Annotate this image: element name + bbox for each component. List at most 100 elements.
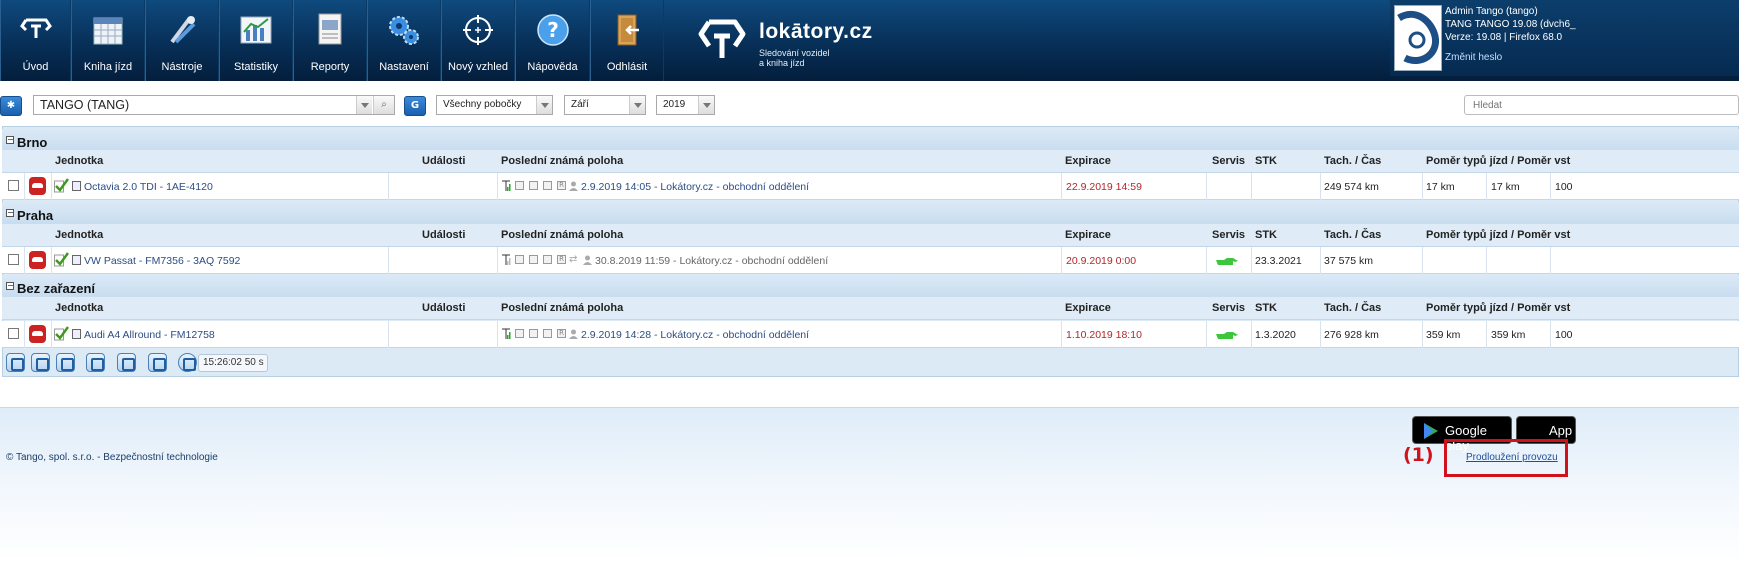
- door-icon: [515, 329, 524, 338]
- change-password-link[interactable]: Změnit heslo: [1445, 52, 1502, 63]
- col-ratio[interactable]: Poměr typů jízd / Poměr vst: [1426, 302, 1570, 314]
- col-stk[interactable]: STK: [1255, 155, 1277, 167]
- fullscreen-icon[interactable]: [86, 353, 105, 372]
- logo-brand: lokātory.cz: [759, 20, 873, 43]
- nav-label: Nastavení: [379, 61, 429, 73]
- car-icon[interactable]: [29, 325, 46, 343]
- col-unit[interactable]: Jednotka: [55, 229, 103, 241]
- col-stk[interactable]: STK: [1255, 229, 1277, 241]
- col-last-position[interactable]: Poslední známá poloha: [501, 155, 623, 167]
- table-row[interactable]: Octavia 2.0 TDI - 1AE-4120 R 2.9.2019 14…: [2, 173, 1739, 200]
- column-header-row: Jednotka Události Poslední známá poloha …: [2, 297, 1739, 320]
- collapse-icon[interactable]: −: [6, 282, 14, 290]
- swap-icon: ⇄: [569, 254, 578, 265]
- oil-can-icon: [1216, 258, 1238, 265]
- chevron-down-icon[interactable]: [698, 96, 714, 114]
- col-ratio[interactable]: Poměr typů jízd / Poměr vst: [1426, 155, 1570, 167]
- column-header-row: Jednotka Události Poslední známá poloha …: [2, 150, 1739, 173]
- copyright-text: © Tango, spol. s.r.o. - Bezpečnostní tec…: [6, 452, 218, 463]
- nav-reports[interactable]: Reporty: [293, 0, 367, 81]
- col-ratio[interactable]: Poměr typů jízd / Poměr vst: [1426, 229, 1570, 241]
- month-select[interactable]: Září: [564, 95, 646, 115]
- svg-text:?: ?: [547, 18, 559, 42]
- col-odometer[interactable]: Tach. / Čas: [1324, 229, 1381, 241]
- vehicle-name-link[interactable]: Audi A4 Allround - FM12758: [84, 329, 215, 341]
- signal-icon: [502, 180, 511, 191]
- user-company: TANG TANGO 19.08 (dvch6_: [1445, 19, 1576, 30]
- vehicle-name-link[interactable]: Octavia 2.0 TDI - 1AE-4120: [84, 181, 213, 193]
- gps-icon: [543, 255, 552, 264]
- engine-icon: [529, 181, 538, 190]
- settings-gear-button[interactable]: ✱: [0, 96, 22, 116]
- col-last-position[interactable]: Poslední známá poloha: [501, 302, 623, 314]
- report-icon: [318, 13, 342, 45]
- position-link[interactable]: 2.9.2019 14:05 - Lokátory.cz - obchodní …: [581, 181, 809, 193]
- nav-statistics[interactable]: Statistiky: [219, 0, 293, 81]
- select-all-icon[interactable]: [6, 353, 25, 372]
- col-odometer[interactable]: Tach. / Čas: [1324, 155, 1381, 167]
- chevron-down-icon[interactable]: [536, 96, 552, 114]
- col-expiration[interactable]: Expirace: [1065, 302, 1111, 314]
- door-icon: [515, 181, 524, 190]
- car-icon[interactable]: [29, 251, 46, 269]
- vehicle-name-link[interactable]: VW Passat - FM7356 - 3AQ 7592: [84, 255, 240, 267]
- checklist-icon[interactable]: [56, 353, 75, 372]
- search-icon[interactable]: ⌕: [373, 96, 394, 114]
- nav-help[interactable]: ? Nápověda: [515, 0, 590, 81]
- driver-icon: [569, 181, 578, 191]
- col-events[interactable]: Události: [422, 155, 465, 167]
- engine-icon: [529, 329, 538, 338]
- refresh-icon[interactable]: [178, 353, 197, 372]
- ratio-cell: 17 km: [1426, 181, 1455, 193]
- nav-logbook[interactable]: Kniha jízd: [71, 0, 145, 81]
- col-service[interactable]: Servis: [1212, 229, 1245, 241]
- engine-icon: [529, 255, 538, 264]
- col-events[interactable]: Události: [422, 229, 465, 241]
- search-input[interactable]: [1464, 95, 1739, 115]
- table-row[interactable]: Audi A4 Allround - FM12758 R 2.9.2019 14…: [2, 321, 1739, 348]
- col-service[interactable]: Servis: [1212, 155, 1245, 167]
- gps-icon: [543, 181, 552, 190]
- nav-settings[interactable]: Nastavení: [367, 0, 441, 81]
- position-link[interactable]: 2.9.2019 14:28 - Lokátory.cz - obchodní …: [581, 329, 809, 341]
- group-button[interactable]: G: [404, 96, 426, 116]
- nav-new-look[interactable]: Nový vzhled: [441, 0, 515, 81]
- col-expiration[interactable]: Expirace: [1065, 155, 1111, 167]
- col-unit[interactable]: Jednotka: [55, 302, 103, 314]
- col-stk[interactable]: STK: [1255, 302, 1277, 314]
- branch-select[interactable]: Všechny pobočky: [436, 95, 553, 115]
- col-unit[interactable]: Jednotka: [55, 155, 103, 167]
- collapse-icon[interactable]: −: [6, 209, 14, 217]
- year-select[interactable]: 2019: [656, 95, 715, 115]
- broadcast-icon[interactable]: [117, 353, 136, 372]
- car-icon[interactable]: [29, 177, 46, 195]
- company-select[interactable]: TANGO (TANG) ⌕: [33, 95, 395, 115]
- chevron-down-icon[interactable]: [629, 96, 645, 114]
- lokatory-logo[interactable]: lokātory.cz Sledování vozidel a kniha jí…: [697, 14, 897, 70]
- top-navigation-bar: Úvod Kniha jízd Nástroje Statistiky Repo…: [0, 0, 1739, 81]
- extend-service-link[interactable]: Prodloužení provozu: [1466, 452, 1558, 463]
- nav-label: Nápověda: [527, 61, 578, 73]
- col-events[interactable]: Události: [422, 302, 465, 314]
- door-icon: [515, 255, 524, 264]
- group-header-praha[interactable]: − Praha: [2, 202, 1739, 226]
- row-checkbox[interactable]: [8, 328, 19, 339]
- grid-view-icon[interactable]: [148, 353, 167, 372]
- position-link[interactable]: 30.8.2019 11:59 - Lokátory.cz - obchodní…: [595, 255, 828, 267]
- nav-home[interactable]: Úvod: [0, 0, 71, 81]
- group-header-unassigned[interactable]: − Bez zařazení: [2, 275, 1739, 299]
- col-odometer[interactable]: Tach. / Čas: [1324, 302, 1381, 314]
- col-service[interactable]: Servis: [1212, 302, 1245, 314]
- chevron-down-icon[interactable]: [356, 96, 372, 114]
- table-row[interactable]: VW Passat - FM7356 - 3AQ 7592 R ⇄ 30.8.2…: [2, 247, 1739, 274]
- row-checkbox[interactable]: [8, 254, 19, 265]
- collapse-icon[interactable]: −: [6, 136, 14, 144]
- nav-logout[interactable]: Odhlásit: [590, 0, 664, 81]
- col-last-position[interactable]: Poslední známá poloha: [501, 229, 623, 241]
- row-checkbox[interactable]: [8, 180, 19, 191]
- deselect-all-icon[interactable]: [31, 353, 50, 372]
- r-icon: R: [557, 255, 566, 264]
- col-expiration[interactable]: Expirace: [1065, 229, 1111, 241]
- nav-tools[interactable]: Nástroje: [145, 0, 219, 81]
- logo-tagline: Sledování vozidel a kniha jízd: [759, 48, 830, 68]
